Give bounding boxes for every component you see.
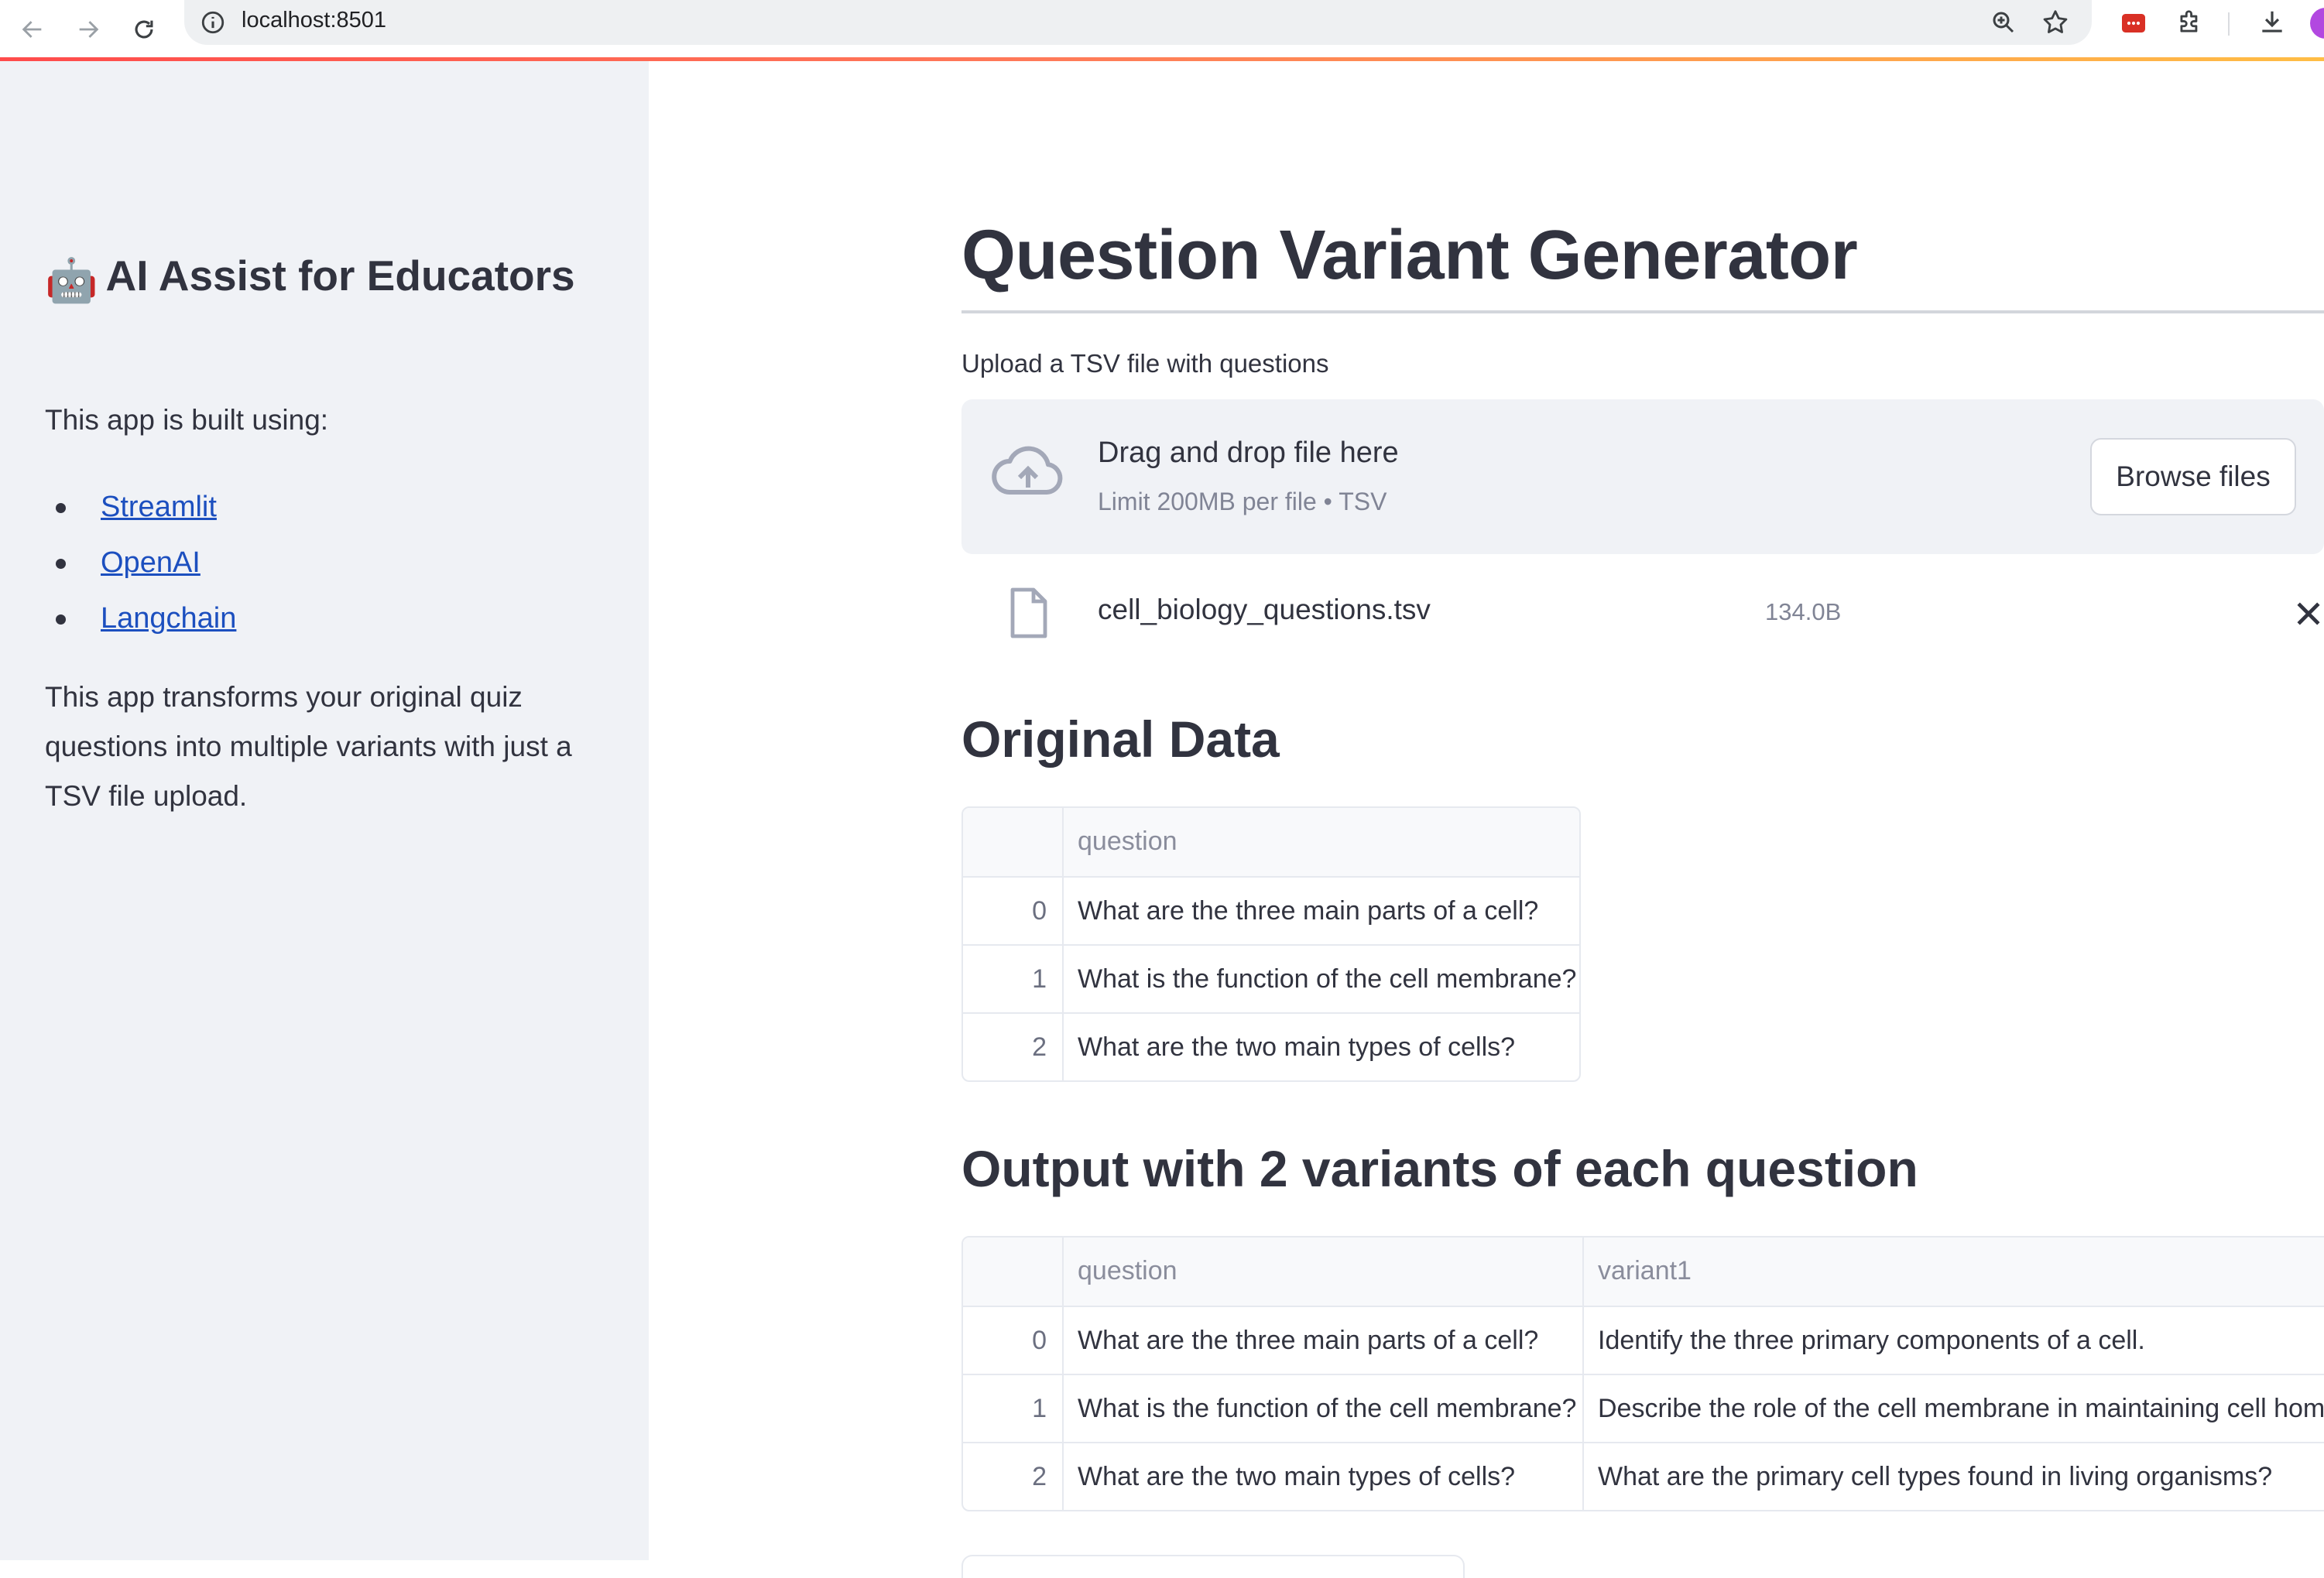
table-row: 2 What are the two main types of cells? …: [963, 1442, 2324, 1510]
row-index: 0: [1032, 896, 1047, 926]
uploaded-file: cell_biology_questions.tsv 134.0B: [961, 580, 2324, 673]
row-index: 2: [1032, 1032, 1047, 1062]
site-info-icon[interactable]: [200, 9, 226, 39]
original-data-heading: Original Data: [961, 710, 1280, 768]
forward-icon[interactable]: [65, 6, 111, 53]
table-cell[interactable]: What are the three main parts of a cell?: [1062, 878, 1579, 946]
table-cell[interactable]: What are the three main parts of a cell?: [1062, 1307, 1582, 1375]
page-title: Question Variant Generator: [961, 217, 1858, 294]
bookmark-star-icon[interactable]: [2041, 8, 2070, 41]
table-row: 0 What are the three main parts of a cel…: [963, 876, 1579, 946]
cloud-upload-icon: [992, 446, 1063, 495]
file-name: cell_biology_questions.tsv: [1098, 594, 1431, 625]
sidebar-title: 🤖 AI Assist for Educators: [45, 251, 575, 306]
output-heading: Output with 2 variants of each question: [961, 1140, 1918, 1197]
row-index: 0: [1032, 1326, 1047, 1355]
index-header: [963, 808, 1062, 876]
table-cell[interactable]: What are the primary cell types found in…: [1582, 1443, 2324, 1510]
langchain-link[interactable]: Langchain: [101, 602, 236, 635]
dropzone-limit: Limit 200MB per file • TSV: [1098, 488, 1387, 515]
list-item: Langchain: [45, 590, 236, 646]
extension-icon[interactable]: [2120, 9, 2147, 41]
file-dropzone[interactable]: Drag and drop file here Limit 200MB per …: [961, 399, 2324, 554]
dropzone-title: Drag and drop file here: [1098, 436, 1399, 469]
file-icon: [1010, 587, 1047, 638]
table-cell[interactable]: What is the function of the cell membran…: [1062, 946, 1579, 1014]
back-icon[interactable]: [9, 6, 56, 53]
file-size: 134.0B: [1765, 598, 1842, 625]
reload-icon[interactable]: [121, 6, 167, 53]
original-data-table[interactable]: question 0 What are the three main parts…: [961, 806, 1581, 1082]
openai-link[interactable]: OpenAI: [101, 546, 201, 579]
zoom-icon[interactable]: [1990, 9, 2017, 40]
table-row: 1 What is the function of the cell membr…: [963, 944, 1579, 1014]
puzzle-icon[interactable]: [2175, 8, 2205, 41]
browser-toolbar: localhost:8501: [0, 0, 2324, 59]
url-text[interactable]: localhost:8501: [242, 8, 386, 33]
list-item: Streamlit: [45, 479, 236, 535]
tech-link-list: Streamlit OpenAI Langchain: [45, 479, 236, 646]
row-index: 1: [1032, 1394, 1047, 1423]
main-content: Question Variant Generator Upload a TSV …: [649, 61, 2324, 1578]
table-row: 1 What is the function of the cell membr…: [963, 1374, 2324, 1443]
table-header-row: question variant1: [963, 1237, 2324, 1306]
table-header-row: question: [963, 808, 1579, 876]
browse-files-button[interactable]: Browse files: [2090, 438, 2296, 515]
list-item: OpenAI: [45, 535, 236, 590]
table-cell[interactable]: Describe the role of the cell membrane i…: [1582, 1375, 2324, 1443]
app-description: This app transforms your original quiz q…: [45, 681, 572, 812]
profile-avatar[interactable]: [2310, 8, 2324, 39]
sidebar: 🤖 AI Assist for Educators This app is bui…: [0, 61, 649, 1560]
download-button-partial[interactable]: [961, 1555, 1465, 1578]
column-header-question[interactable]: question: [1062, 1237, 1582, 1306]
table-cell[interactable]: What is the function of the cell membran…: [1062, 1375, 1582, 1443]
table-row: 0 What are the three main parts of a cel…: [963, 1306, 2324, 1375]
table-cell[interactable]: Identify the three primary components of…: [1582, 1307, 2324, 1375]
robot-icon: 🤖: [45, 256, 98, 304]
table-cell[interactable]: What are the two main types of cells?: [1062, 1443, 1582, 1510]
column-header-question[interactable]: question: [1062, 808, 1579, 876]
table-cell[interactable]: What are the two main types of cells?: [1062, 1014, 1579, 1080]
title-divider: [961, 310, 2324, 313]
row-index: 1: [1032, 964, 1047, 994]
output-data-table[interactable]: question variant1 0 What are the three m…: [961, 1236, 2324, 1511]
sidebar-title-text: AI Assist for Educators: [105, 252, 575, 300]
upload-label: Upload a TSV file with questions: [961, 349, 1329, 378]
close-icon[interactable]: [2291, 597, 2324, 631]
toolbar-divider: [2228, 12, 2230, 36]
table-row: 2 What are the two main types of cells?: [963, 1012, 1579, 1080]
streamlit-link[interactable]: Streamlit: [101, 491, 217, 523]
built-using-text: This app is built using:: [45, 404, 329, 436]
row-index: 2: [1032, 1462, 1047, 1491]
index-header: [963, 1237, 1062, 1306]
column-header-variant1[interactable]: variant1: [1582, 1237, 2324, 1306]
address-bar[interactable]: localhost:8501: [184, 0, 2092, 45]
download-icon[interactable]: [2257, 8, 2287, 41]
